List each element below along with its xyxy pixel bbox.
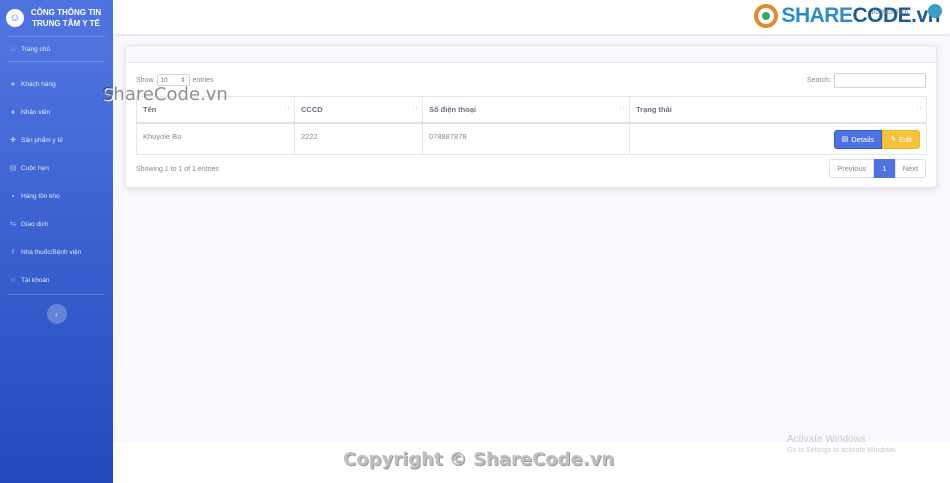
table-header-row: Tên ↑↓ CCCD ↑↓ Số điện thoại ↑↓ Trạng thái ↑… xyxy=(136,96,927,124)
sidebar-item-label: Tài khoản xyxy=(21,276,50,284)
activation-subtitle: Go to Settings to activate Windows. xyxy=(787,447,898,454)
pagination: Previous 1 Next xyxy=(829,159,926,178)
watermark-top: ShareCode.vn xyxy=(102,84,228,105)
exchange-icon: ⇆ xyxy=(10,221,16,228)
sidebar-item-pharmacies[interactable]: ⚕ Nhà thuốc/Bệnh viện xyxy=(0,238,113,266)
details-button[interactable]: ▤ Details xyxy=(833,129,883,149)
chevron-left-icon: ‹ xyxy=(55,309,58,319)
medkit-icon: ✚ xyxy=(10,137,16,144)
edit-button[interactable]: ✎ Edit xyxy=(882,129,920,149)
data-table-card: Show 10 ⇕ entries Search: Tên ↑↓ CCCD ↑↓ S… xyxy=(125,45,937,188)
home-icon: ⌂ xyxy=(10,45,16,53)
watermark-copyright: Copyright © ShareCode.vn xyxy=(343,449,615,470)
topbar: SHARECODE.vn Bonface Tech xyxy=(113,0,950,34)
hospital-icon: ⚕ xyxy=(11,249,15,256)
search-label: Search: xyxy=(806,77,831,84)
user-icon: ● xyxy=(10,80,16,88)
brand-text: Công thông tin Trung Tâm Y Tế xyxy=(30,8,102,28)
activation-title: Activate Windows xyxy=(787,434,866,445)
calendar-icon: ▤ xyxy=(9,165,17,172)
sidebar-item-customers[interactable]: ● Khách hàng xyxy=(0,70,113,98)
table-info: Showing 1 to 1 of 1 entries xyxy=(136,166,219,173)
sidebar-item-transactions[interactable]: ⇆ Giao dịch xyxy=(0,210,113,238)
logo-badge-icon xyxy=(928,4,942,18)
show-label: Show xyxy=(136,76,154,84)
sidebar-item-label: Nhân viên xyxy=(21,108,51,116)
sidebar-item-accounts[interactable]: ☺ Tài khoản xyxy=(0,266,113,294)
column-header-phone[interactable]: Số điện thoại ↑↓ xyxy=(422,96,630,124)
sidebar-divider xyxy=(8,294,105,295)
edit-icon: ✎ xyxy=(890,136,897,143)
sidebar-item-label: Hàng tồn kho xyxy=(21,192,60,200)
sort-icon: ↑↓ xyxy=(412,105,418,111)
sidebar-item-label: Nhà thuốc/Bệnh viện xyxy=(21,248,82,256)
sort-icon: ↑↓ xyxy=(916,105,922,111)
sort-asc-icon: ↑↓ xyxy=(284,105,290,111)
sharecode-logo: SHARECODE.vn Bonface Tech xyxy=(754,4,942,28)
logo-text: SHARECODE.vn xyxy=(781,4,940,27)
sidebar-item-label: Khách hàng xyxy=(21,80,56,88)
users-icon: ☺ xyxy=(9,276,17,284)
sidebar-toggle-button[interactable]: ‹ xyxy=(46,304,67,324)
box-icon: ▪ xyxy=(11,192,15,200)
user-icon: ● xyxy=(10,108,16,116)
table-row: Khuyole Bo 2222 078887878 ▤ Details ✎ Ed… xyxy=(136,122,927,155)
sidebar-item-label: Giao dịch xyxy=(21,220,49,228)
sidebar-item-label: Cuộc hẹn xyxy=(21,164,49,172)
cell-name: Khuyole Bo xyxy=(136,122,295,155)
sidebar-brand[interactable]: ☺ Công thông tin Trung Tâm Y Tế xyxy=(0,0,113,36)
sort-icon: ↑↓ xyxy=(619,105,625,111)
sidebar-item-staff[interactable]: ● Nhân viên xyxy=(0,98,113,126)
column-header-status[interactable]: Trạng thái ↑↓ xyxy=(629,96,927,124)
search-control: Search: xyxy=(807,73,926,88)
search-input[interactable] xyxy=(834,73,926,88)
previous-page-button[interactable]: Previous xyxy=(829,159,875,178)
smile-icon: ☺ xyxy=(6,9,24,27)
sidebar-item-label: Trang chủ xyxy=(21,45,51,53)
column-header-cccd[interactable]: CCCD ↑↓ xyxy=(294,96,423,124)
sidebar-item-inventory[interactable]: ▪ Hàng tồn kho xyxy=(0,182,113,210)
cell-status: ▤ Details ✎ Edit xyxy=(629,122,927,155)
sidebar-divider xyxy=(8,61,105,62)
cell-phone: 078887878 xyxy=(422,122,630,155)
windows-activation-notice: Activate Windows Go to Settings to activ… xyxy=(787,434,898,454)
sidebar-item-label: Sản phẩm y tế xyxy=(21,136,63,144)
page-1-button[interactable]: 1 xyxy=(874,159,895,178)
logo-tagline: Bonface Tech xyxy=(871,10,908,16)
sidebar-item-home[interactable]: ⌂ Trang chủ xyxy=(0,37,113,61)
next-page-button[interactable]: Next xyxy=(894,159,926,178)
sidebar: ☺ Công thông tin Trung Tâm Y Tế ⌂ Trang … xyxy=(0,0,113,483)
select-arrows-icon: ⇕ xyxy=(180,77,186,84)
sidebar-item-products[interactable]: ✚ Sản phẩm y tế xyxy=(0,126,113,154)
sidebar-item-appointments[interactable]: ▤ Cuộc hẹn xyxy=(0,154,113,182)
card-header xyxy=(126,46,936,63)
entries-label: entries xyxy=(192,76,214,84)
logo-mark-icon xyxy=(754,4,779,28)
row-actions: ▤ Details ✎ Edit xyxy=(833,129,920,149)
data-table: Tên ↑↓ CCCD ↑↓ Số điện thoại ↑↓ Trạng thái ↑… xyxy=(136,96,927,155)
cell-cccd: 2222 xyxy=(294,122,423,155)
list-icon: ▤ xyxy=(841,136,849,143)
